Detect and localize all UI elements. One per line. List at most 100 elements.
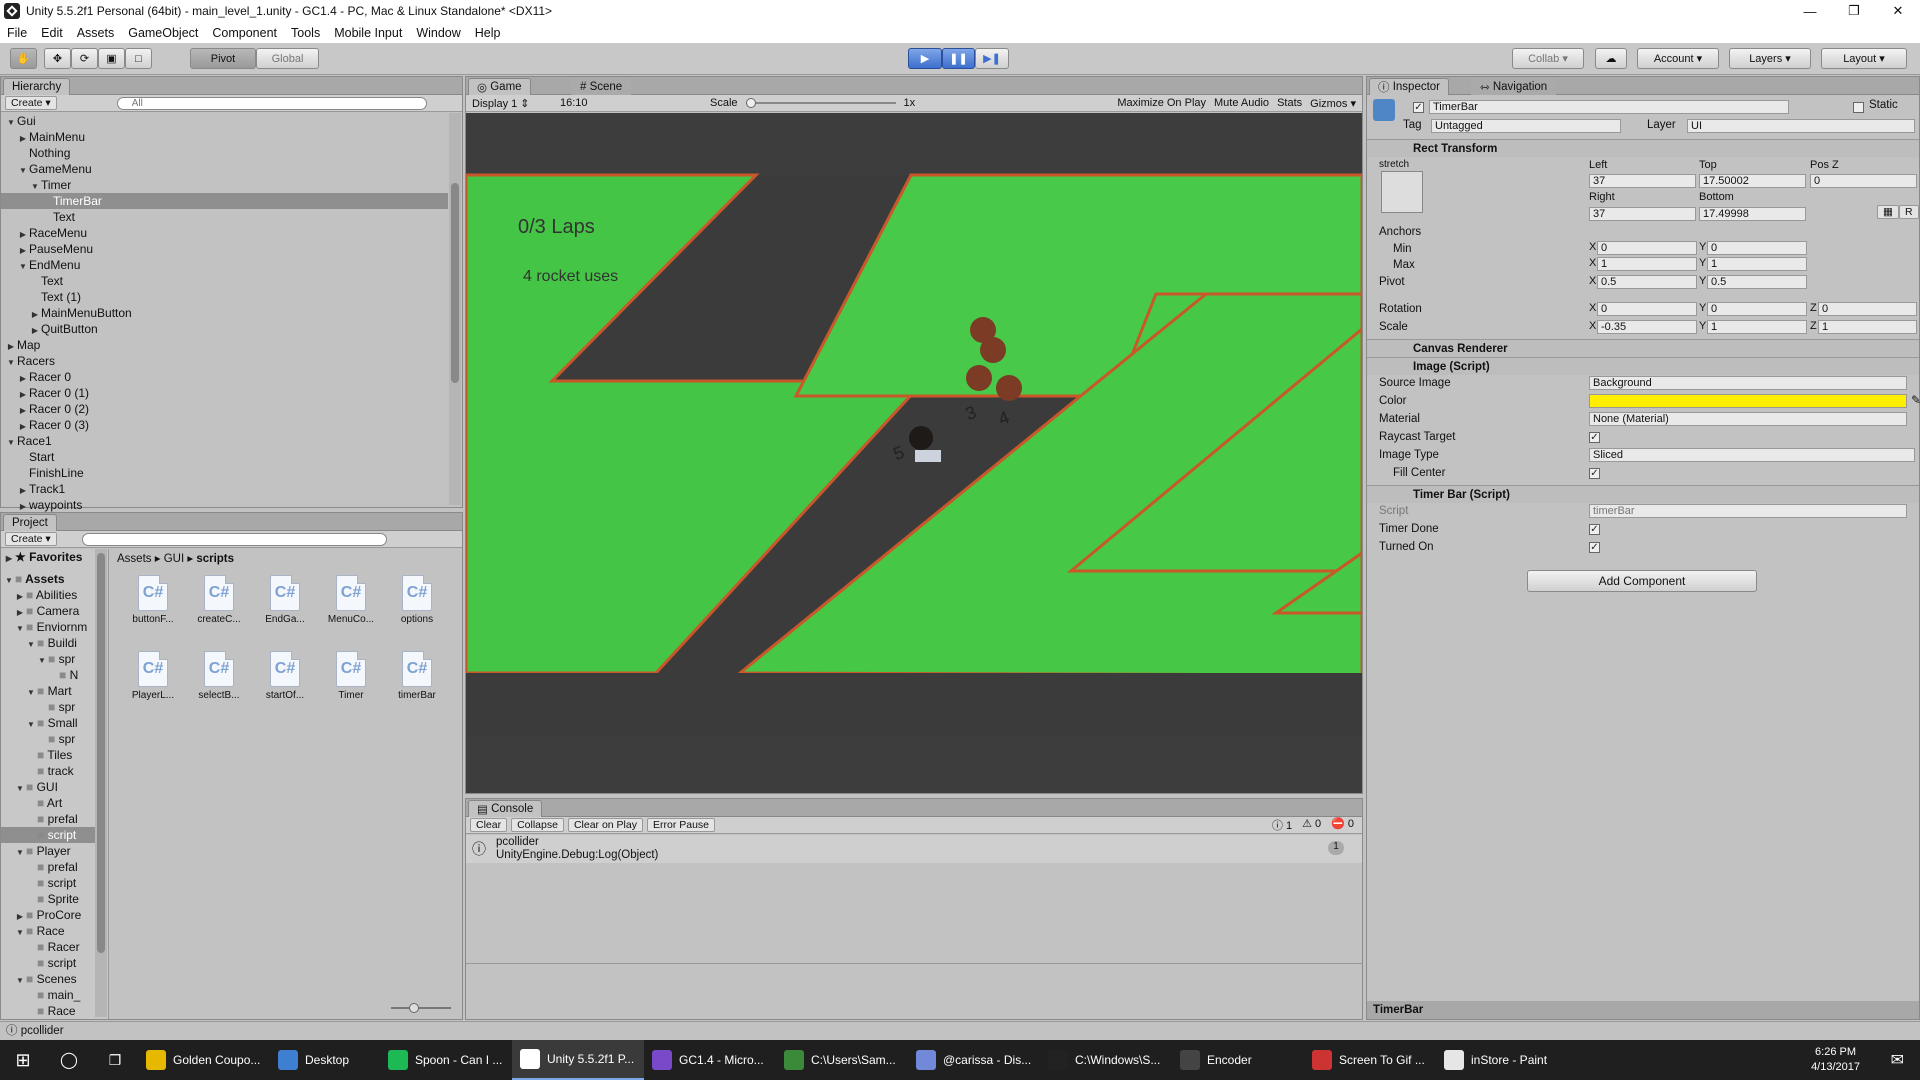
- canvas-renderer-header[interactable]: Canvas Renderer: [1367, 339, 1919, 357]
- move-tool-icon[interactable]: ✥: [44, 48, 71, 69]
- hierarchy-item[interactable]: ▶ MainMenu: [1, 129, 448, 145]
- hierarchy-item[interactable]: ▶ Track1: [1, 481, 448, 497]
- scale-z-field[interactable]: 1: [1818, 320, 1917, 334]
- cloud-icon[interactable]: ☁: [1595, 48, 1627, 69]
- hierarchy-item[interactable]: ▶ MainMenuButton: [1, 305, 448, 321]
- project-folder-item[interactable]: ■ spr: [1, 731, 96, 747]
- hierarchy-item[interactable]: ▶ waypoints: [1, 497, 448, 513]
- pause-button[interactable]: ❚❚: [942, 48, 975, 69]
- rect-tool-icon[interactable]: □: [125, 48, 152, 69]
- tab-hierarchy[interactable]: Hierarchy: [3, 78, 71, 95]
- anchor-max-x[interactable]: 1: [1597, 257, 1697, 271]
- console-divider[interactable]: [466, 963, 1362, 964]
- scale-tool-icon[interactable]: ▣: [98, 48, 125, 69]
- hierarchy-item[interactable]: ▼ EndMenu: [1, 257, 448, 273]
- menu-help[interactable]: Help: [468, 26, 508, 40]
- start-icon[interactable]: ⊞: [0, 1040, 46, 1080]
- project-folder-item[interactable]: ▼ ■ Race: [1, 923, 96, 939]
- script-file[interactable]: C# selectB...: [191, 651, 247, 701]
- anchor-preset-button[interactable]: [1381, 171, 1423, 213]
- top-field[interactable]: 17.50002: [1699, 174, 1806, 188]
- source-image-field[interactable]: Background: [1589, 376, 1907, 390]
- anchors-label[interactable]: Anchors: [1367, 224, 1919, 240]
- maximize-button[interactable]: ❐: [1832, 0, 1876, 22]
- discord-taskbar-item[interactable]: @carissa - Dis...: [908, 1040, 1040, 1080]
- menu-gameobject[interactable]: GameObject: [121, 26, 205, 40]
- hierarchy-search-input[interactable]: [116, 96, 427, 110]
- cmd-taskbar-item[interactable]: C:\Windows\S...: [1040, 1040, 1172, 1080]
- add-component-button[interactable]: Add Component: [1527, 570, 1757, 592]
- eyedropper-icon[interactable]: ✎: [1911, 393, 1920, 407]
- project-folder-item[interactable]: ■ spr: [1, 699, 96, 715]
- hierarchy-item[interactable]: ▶ QuitButton: [1, 321, 448, 337]
- project-folder-item[interactable]: ▼ ■ spr: [1, 651, 96, 667]
- rotation-x-field[interactable]: 0: [1597, 302, 1697, 316]
- account-dropdown[interactable]: Account ▾: [1637, 48, 1719, 69]
- hierarchy-item[interactable]: Nothing: [1, 145, 448, 161]
- project-folder-item[interactable]: ■ prefal: [1, 859, 96, 875]
- script-file[interactable]: C# Timer: [323, 651, 379, 701]
- project-create-button[interactable]: Create ▾: [5, 532, 57, 546]
- menu-file[interactable]: File: [0, 26, 34, 40]
- hierarchy-item[interactable]: TimerBar: [1, 193, 448, 209]
- search-icon[interactable]: ◯: [46, 1040, 92, 1080]
- project-folder-item[interactable]: ■ script: [1, 827, 96, 843]
- project-folder-item[interactable]: ■ Race: [1, 1003, 96, 1019]
- pivot-y-field[interactable]: 0.5: [1707, 275, 1807, 289]
- collab-dropdown[interactable]: Collab ▾: [1512, 48, 1584, 69]
- project-folder-item[interactable]: ■ Tiles: [1, 747, 96, 763]
- terminal-taskbar-item[interactable]: C:\Users\Sam...: [776, 1040, 908, 1080]
- mute-audio-button[interactable]: Mute Audio: [1214, 97, 1269, 110]
- project-folder-item[interactable]: ■ main_: [1, 987, 96, 1003]
- menu-assets[interactable]: Assets: [70, 26, 122, 40]
- script-file[interactable]: C# buttonF...: [125, 575, 181, 625]
- hierarchy-item[interactable]: ▼ Timer: [1, 177, 448, 193]
- project-folder-item[interactable]: ▼ ■ Scenes: [1, 971, 96, 987]
- static-checkbox[interactable]: [1853, 102, 1864, 113]
- hierarchy-item[interactable]: ▶ Racer 0: [1, 369, 448, 385]
- log-count-toggle[interactable]: ⓘ 1: [1272, 817, 1292, 833]
- hierarchy-item[interactable]: ▶ PauseMenu: [1, 241, 448, 257]
- screentogif-taskbar-item[interactable]: Screen To Gif ...: [1304, 1040, 1436, 1080]
- turned-on-checkbox[interactable]: ✓: [1589, 542, 1600, 553]
- project-folder-item[interactable]: ■ script: [1, 955, 96, 971]
- layer-dropdown[interactable]: UI: [1687, 119, 1915, 133]
- right-field[interactable]: 37: [1589, 207, 1696, 221]
- breadcrumb-gui[interactable]: GUI: [164, 553, 184, 565]
- pivot-x-field[interactable]: 0.5: [1597, 275, 1697, 289]
- task-view-icon[interactable]: ❐: [92, 1040, 138, 1080]
- project-folder-item[interactable]: ▼ ■ Enviornm: [1, 619, 96, 635]
- hierarchy-item[interactable]: ▼ Racers: [1, 353, 448, 369]
- error-count-toggle[interactable]: ⛔ 0: [1331, 817, 1354, 833]
- image-script-header[interactable]: Image (Script): [1367, 357, 1919, 375]
- breadcrumb-scripts[interactable]: scripts: [196, 553, 234, 565]
- tab-navigation[interactable]: ⇿ Navigation: [1471, 78, 1557, 95]
- anchor-min-x[interactable]: 0: [1597, 241, 1697, 255]
- close-button[interactable]: ✕: [1876, 0, 1920, 22]
- explorer-taskbar-item[interactable]: Desktop: [270, 1040, 380, 1080]
- script-file[interactable]: C# startOf...: [257, 651, 313, 701]
- project-folder-item[interactable]: ■ track: [1, 763, 96, 779]
- tab-scene[interactable]: # Scene: [571, 78, 632, 95]
- console-collapse-button[interactable]: Collapse: [511, 818, 564, 832]
- breadcrumb-assets[interactable]: Assets: [117, 553, 152, 565]
- maximize-on-play-button[interactable]: Maximize On Play: [1117, 97, 1206, 110]
- tab-game[interactable]: ◎ Game: [468, 78, 531, 95]
- hierarchy-item[interactable]: Start: [1, 449, 448, 465]
- rotation-y-field[interactable]: 0: [1707, 302, 1807, 316]
- project-folder-item[interactable]: ■ prefal: [1, 811, 96, 827]
- console-error-pause-button[interactable]: Error Pause: [646, 818, 716, 832]
- hierarchy-item[interactable]: Text (1): [1, 289, 448, 305]
- display-dropdown[interactable]: Display 1 ⇕: [472, 97, 552, 110]
- script-file[interactable]: C# timerBar: [389, 651, 445, 701]
- minimize-button[interactable]: —: [1788, 0, 1832, 22]
- paint-taskbar-item[interactable]: inStore - Paint: [1436, 1040, 1568, 1080]
- hierarchy-item[interactable]: ▼ GameMenu: [1, 161, 448, 177]
- tag-dropdown[interactable]: Untagged: [1431, 119, 1621, 133]
- posz-field[interactable]: 0: [1810, 174, 1917, 188]
- project-folder-item[interactable]: ■ N: [1, 667, 96, 683]
- object-name-field[interactable]: TimerBar: [1429, 100, 1789, 114]
- active-checkbox[interactable]: ✓: [1413, 102, 1424, 113]
- project-search-input[interactable]: [81, 532, 387, 546]
- hierarchy-item[interactable]: ▶ Racer 0 (3): [1, 417, 448, 433]
